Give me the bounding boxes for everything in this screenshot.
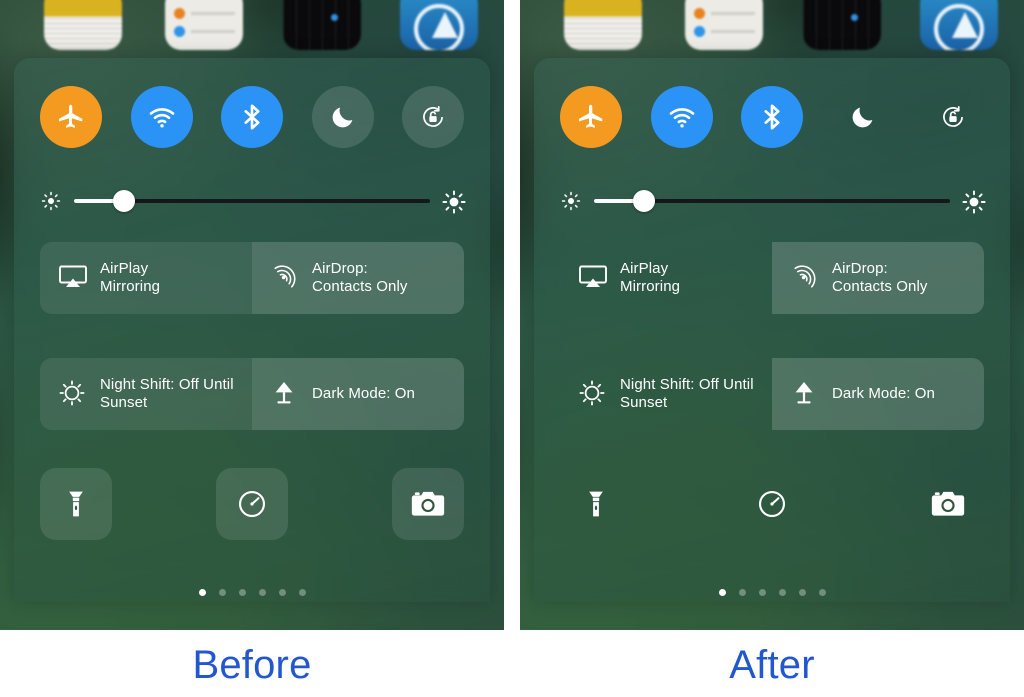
brightness-low-icon (560, 190, 582, 212)
page-dot[interactable] (758, 589, 766, 596)
airdrop-tile-label: AirDrop: Contacts Only (832, 259, 928, 295)
display-controls-row: Night Shift: Off Until Sunset Dark Mode: … (40, 358, 464, 430)
display-controls-row: Night Shift: Off Until Sunset Dark Mode: … (560, 358, 984, 430)
comparison-stage: AirPlay Mirroring AirDrop: Contacts Only N… (0, 0, 1024, 697)
app-store-app-icon (400, 0, 478, 50)
caption-after: After (729, 643, 815, 687)
app-dock-strip (0, 0, 504, 50)
brightness-high-icon (962, 190, 986, 214)
page-dot[interactable] (298, 589, 306, 596)
airplay-mirroring-tile[interactable]: AirPlay Mirroring (40, 242, 252, 314)
night-shift-tile-label: Night Shift: Off Until Sunset (100, 375, 234, 411)
do-not-disturb-toggle[interactable] (311, 86, 374, 148)
quick-toggles-row (560, 86, 984, 148)
stocks-app-icon (283, 0, 361, 50)
timer-shortcut[interactable] (736, 468, 808, 540)
dark-mode-tile-label: Dark Mode: On (832, 384, 936, 402)
page-dot[interactable] (238, 589, 246, 596)
rotation-lock-toggle[interactable] (402, 86, 464, 148)
wifi-toggle[interactable] (650, 86, 713, 148)
bluetooth-toggle[interactable] (221, 86, 283, 148)
timer-shortcut[interactable] (216, 468, 288, 540)
flashlight-shortcut[interactable] (560, 468, 632, 540)
page-dot[interactable] (218, 589, 226, 596)
page-dot[interactable] (818, 589, 826, 596)
page-dot[interactable] (738, 589, 746, 596)
page-dot[interactable] (198, 589, 206, 596)
airplay-mirroring-tile-label: AirPlay Mirroring (100, 259, 161, 295)
notes-app-icon (44, 0, 122, 50)
brightness-high-icon (442, 190, 466, 214)
screenshot-after: AirPlay Mirroring AirDrop: Contacts Only N… (520, 0, 1024, 630)
app-store-app-icon (920, 0, 998, 50)
brightness-low-icon (40, 190, 62, 212)
airplay-icon (578, 263, 608, 293)
camera-shortcut[interactable] (912, 468, 984, 540)
page-indicator (14, 589, 490, 596)
stocks-app-icon (803, 0, 881, 50)
page-dot[interactable] (778, 589, 786, 596)
reminders-app-icon (685, 0, 763, 50)
airplay-mirroring-tile-label: AirPlay Mirroring (620, 259, 681, 295)
media-controls-row: AirPlay Mirroring AirDrop: Contacts Only (560, 242, 984, 314)
lamp-icon (270, 379, 300, 409)
night-shift-tile[interactable]: Night Shift: Off Until Sunset (560, 358, 772, 430)
airplane-mode-toggle[interactable] (560, 86, 622, 148)
page-dot[interactable] (278, 589, 286, 596)
dark-mode-tile[interactable]: Dark Mode: On (252, 358, 464, 430)
bluetooth-toggle[interactable] (741, 86, 803, 148)
airplay-icon (58, 263, 88, 293)
control-center-sheet: AirPlay Mirroring AirDrop: Contacts Only N… (534, 58, 1010, 602)
rotation-lock-toggle[interactable] (922, 86, 984, 148)
brightness-slider-row (560, 190, 986, 214)
shortcuts-row (560, 468, 984, 540)
night-shift-icon (58, 379, 88, 409)
notes-app-icon (564, 0, 642, 50)
airplay-mirroring-tile[interactable]: AirPlay Mirroring (560, 242, 772, 314)
brightness-input[interactable] (74, 190, 430, 212)
page-dot[interactable] (258, 589, 266, 596)
page-dot[interactable] (718, 589, 726, 596)
airplane-mode-toggle[interactable] (40, 86, 102, 148)
quick-toggles-row (40, 86, 464, 148)
night-shift-icon (578, 379, 608, 409)
airdrop-tile[interactable]: AirDrop: Contacts Only (252, 242, 464, 314)
wifi-toggle[interactable] (130, 86, 193, 148)
airdrop-tile-label: AirDrop: Contacts Only (312, 259, 408, 295)
airdrop-tile[interactable]: AirDrop: Contacts Only (772, 242, 984, 314)
page-dot[interactable] (798, 589, 806, 596)
lamp-icon (790, 379, 820, 409)
do-not-disturb-toggle[interactable] (832, 86, 894, 148)
airdrop-icon (790, 263, 820, 293)
dark-mode-tile-label: Dark Mode: On (312, 384, 416, 402)
screenshot-before: AirPlay Mirroring AirDrop: Contacts Only N… (0, 0, 504, 630)
caption-before: Before (192, 643, 312, 687)
dark-mode-tile[interactable]: Dark Mode: On (772, 358, 984, 430)
night-shift-tile[interactable]: Night Shift: Off Until Sunset (40, 358, 252, 430)
flashlight-shortcut[interactable] (40, 468, 112, 540)
slider-knob[interactable] (632, 190, 655, 212)
shortcuts-row (40, 468, 464, 540)
slider-knob[interactable] (112, 190, 135, 212)
panel-divider (504, 0, 520, 630)
camera-shortcut[interactable] (392, 468, 464, 540)
app-dock-strip (520, 0, 1024, 50)
night-shift-tile-label: Night Shift: Off Until Sunset (620, 375, 754, 411)
airdrop-icon (270, 263, 300, 293)
brightness-input[interactable] (594, 190, 950, 212)
control-center-sheet: AirPlay Mirroring AirDrop: Contacts Only N… (14, 58, 490, 602)
page-indicator (534, 589, 1010, 596)
brightness-slider-row (40, 190, 466, 214)
media-controls-row: AirPlay Mirroring AirDrop: Contacts Only (40, 242, 464, 314)
reminders-app-icon (165, 0, 243, 50)
